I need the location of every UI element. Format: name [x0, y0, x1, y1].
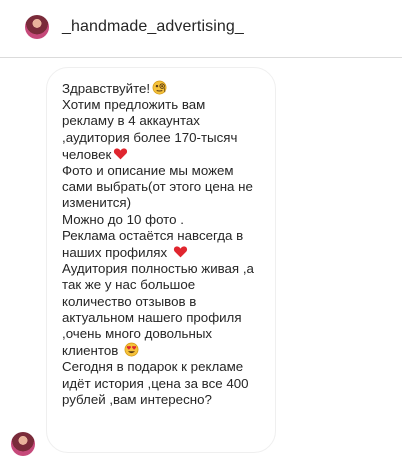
message-line: Реклама остаётся навсегда в [62, 227, 244, 243]
message-line: клиентов [62, 342, 276, 359]
message-line: Хотим предложить вам [62, 97, 206, 113]
message-line: рекламу в 4 аккаунтах [62, 113, 200, 129]
message-line: Фото и описание мы можем [62, 163, 234, 179]
message-line: Сегодня в подарок к рекламе [62, 359, 244, 375]
message-line: ,аудитория более 170-тысяч [62, 129, 238, 145]
message-line: наших профилях [62, 244, 276, 261]
message-line: Можно до 10 фото . [62, 211, 184, 227]
message-line: актуальном нашего профиля [62, 309, 242, 325]
sender-avatar[interactable] [11, 432, 35, 456]
message-line: человек [62, 146, 276, 163]
message-line: Аудитория полностью живая ,а [62, 261, 254, 277]
heart-eyes-icon [124, 342, 139, 357]
chat-header: _handmade_advertising_ [0, 0, 402, 58]
message-line: идёт история ,цена за все 400 [62, 375, 249, 391]
red-heart-icon [114, 148, 128, 160]
red-heart-icon [173, 246, 187, 258]
face-with-monocle-icon [152, 80, 167, 95]
message-line: ,очень много довольных [62, 326, 213, 342]
profile-avatar[interactable] [25, 15, 49, 39]
message-line: рублей ,вам интересно? [62, 391, 212, 407]
username-label[interactable]: _handmade_advertising_ [62, 18, 244, 36]
message-line: количество отзывов в [62, 293, 197, 309]
message-line: так же у нас большое [62, 277, 196, 293]
message-text: Здравствуйте! Хотим предложить вам рекла… [62, 80, 276, 408]
message-line: Здравствуйте! [62, 80, 276, 97]
message-line: сами выбрать(от этого цена не [62, 179, 253, 195]
message-line: изменится) [62, 195, 132, 211]
